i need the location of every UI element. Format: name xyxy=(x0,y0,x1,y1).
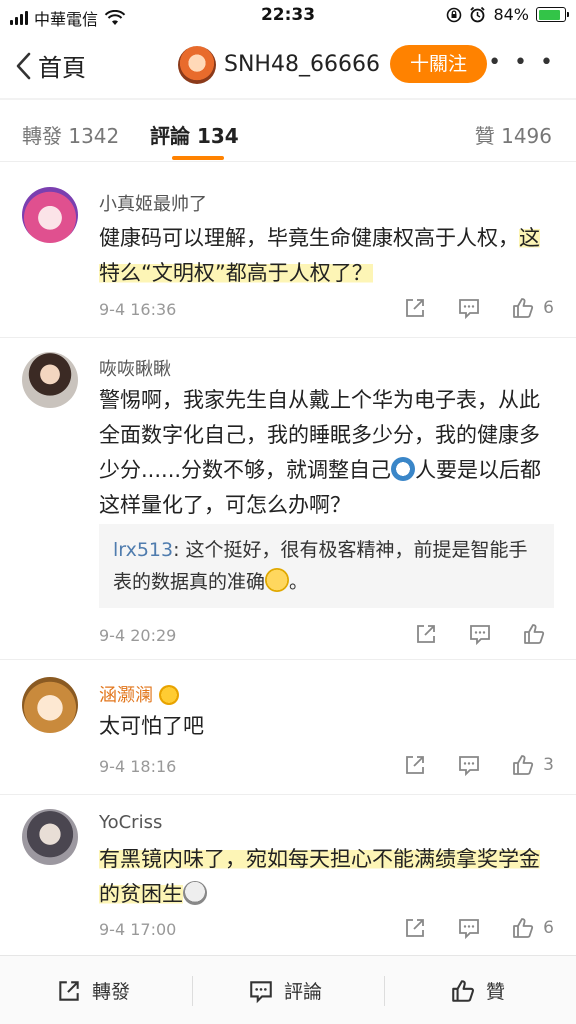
bottom-repost-label: 轉發 xyxy=(92,981,131,1003)
reply-text: : 这个挺好，很有极客精神，前提是智能手表的数据真的准确 xyxy=(113,539,528,593)
thumbs-up-icon xyxy=(513,298,534,318)
nav-bar: 首頁 SNH48_66666 十關注 • • • xyxy=(0,32,576,98)
member-badge-icon xyxy=(158,685,179,705)
tab-repost[interactable]: 轉發 1342 xyxy=(22,120,119,149)
bottom-comment-button[interactable]: 評論 xyxy=(248,956,322,1024)
tab-likes[interactable]: 贊 1496 xyxy=(475,120,552,149)
share-button[interactable] xyxy=(403,916,427,940)
comment-time: 9-4 18:16 xyxy=(99,757,177,776)
comment-time: 9-4 16:36 xyxy=(99,300,177,319)
comment-text: 警惕啊，我家先生自从戴上个华为电子表，从此全面数字化自己，我的睡眠多少分，我的健… xyxy=(99,383,554,523)
reply-button[interactable] xyxy=(457,753,481,777)
comment-time: 9-4 20:29 xyxy=(99,626,177,645)
avatar[interactable] xyxy=(22,352,78,408)
comment-time: 9-4 17:00 xyxy=(99,920,177,939)
skull-emoji-icon xyxy=(183,881,207,905)
comment-text-part: 健康码可以理解，毕竟生命健康权高于人权， xyxy=(99,226,519,250)
share-icon xyxy=(406,919,425,937)
reply-button[interactable] xyxy=(468,622,492,646)
avatar[interactable] xyxy=(22,187,78,243)
comment-icon xyxy=(250,980,272,1003)
back-button[interactable]: 首頁 xyxy=(14,48,86,83)
like-button[interactable]: 3 xyxy=(511,753,554,777)
divider xyxy=(384,976,385,1006)
comment-item: 咴咴瞅瞅 警惕啊，我家先生自从戴上个华为电子表，从此全面数字化自己，我的睡眠多少… xyxy=(0,338,576,660)
like-count: 3 xyxy=(543,755,554,775)
comment-icon xyxy=(459,299,480,320)
comment-username[interactable]: 涵灏澜 xyxy=(99,681,179,707)
avatar[interactable] xyxy=(22,677,78,733)
share-button[interactable] xyxy=(414,622,438,646)
comment-actions: 6 xyxy=(403,296,554,320)
thumbs-up-icon xyxy=(452,979,474,1002)
comment-text: 有黑镜内味了，宛如每天担心不能满绩拿奖学金的贫困生 xyxy=(99,842,554,912)
like-count: 6 xyxy=(543,918,554,938)
battery-fill xyxy=(538,9,560,20)
share-button[interactable] xyxy=(403,296,427,320)
scared-emoji-icon xyxy=(391,457,416,481)
avatar[interactable] xyxy=(22,809,78,865)
thumbs-up-icon xyxy=(513,918,534,938)
comment-text: 健康码可以理解，毕竟生命健康权高于人权，这特么“文明权”都高于人权了？ xyxy=(99,221,554,291)
comment-highlight-text: 有黑镜内味了，宛如每天担心不能满绩拿奖学金的贫困生 xyxy=(99,847,540,906)
comment-username[interactable]: YoCriss xyxy=(99,812,162,833)
profile-avatar[interactable] xyxy=(178,46,216,84)
status-right: 84% xyxy=(446,5,569,24)
comment-actions xyxy=(414,622,554,646)
battery-percent: 84% xyxy=(493,5,529,24)
comment-icon xyxy=(459,756,480,777)
share-icon xyxy=(406,756,425,774)
comment-icon xyxy=(470,625,490,646)
thumbs-up-icon xyxy=(524,624,545,644)
chevron-left-icon xyxy=(16,52,31,79)
comment-actions: 6 xyxy=(403,916,554,940)
rotation-lock-icon xyxy=(447,7,462,22)
like-button[interactable]: 6 xyxy=(511,916,554,940)
profile-name[interactable]: SNH48_66666 xyxy=(224,52,380,77)
like-button[interactable] xyxy=(522,622,554,646)
comment-username[interactable]: 咴咴瞅瞅 xyxy=(99,355,171,381)
tab-comments[interactable]: 評論 134 xyxy=(150,120,239,149)
battery-icon xyxy=(536,7,569,22)
follow-button[interactable]: 十關注 xyxy=(390,45,487,83)
share-icon xyxy=(59,980,79,1001)
divider xyxy=(192,976,193,1006)
laugh-cry-emoji-icon xyxy=(265,568,290,592)
reply-box[interactable]: lrx513: 这个挺好，很有极客精神，前提是智能手表的数据真的准确。 xyxy=(99,524,554,608)
alarm-icon xyxy=(470,6,486,23)
reply-username[interactable]: lrx513 xyxy=(113,539,173,561)
bottom-comment-label: 評論 xyxy=(284,981,323,1003)
share-icon xyxy=(406,299,425,317)
comment-icon xyxy=(459,919,480,940)
bottom-like-button[interactable]: 贊 xyxy=(450,956,505,1024)
back-label: 首頁 xyxy=(38,54,86,82)
comment-item: 小真姬最帅了 健康码可以理解，毕竟生命健康权高于人权，这特么“文明权”都高于人权… xyxy=(0,163,576,338)
share-icon xyxy=(417,625,435,643)
bottom-repost-button[interactable]: 轉發 xyxy=(56,956,130,1024)
comment-text: 太可怕了吧 xyxy=(99,714,204,738)
reply-text-end: 。 xyxy=(289,571,309,593)
like-count: 6 xyxy=(543,298,554,318)
share-button[interactable] xyxy=(403,753,427,777)
more-icon[interactable]: • • • xyxy=(488,50,556,75)
bottom-action-bar: 轉發 評論 贊 xyxy=(0,955,576,1024)
bottom-like-label: 贊 xyxy=(486,981,506,1003)
tab-active-indicator xyxy=(172,156,224,160)
reply-button[interactable] xyxy=(457,916,481,940)
like-button[interactable]: 6 xyxy=(511,296,554,320)
comment-username-text: 涵灏澜 xyxy=(99,685,153,706)
comment-actions: 3 xyxy=(403,753,554,777)
reply-button[interactable] xyxy=(457,296,481,320)
comment-item: YoCriss 有黑镜内味了，宛如每天担心不能满绩拿奖学金的贫困生 9-4 17… xyxy=(0,795,576,955)
tab-bar: 轉發 1342 評論 134 贊 1496 xyxy=(0,100,576,162)
thumbs-up-icon xyxy=(513,755,534,775)
comment-username[interactable]: 小真姬最帅了 xyxy=(99,190,207,216)
status-bar: 中華電信 22:33 84% xyxy=(0,0,576,32)
comment-item: 涵灏澜 太可怕了吧 9-4 18:16 3 xyxy=(0,660,576,795)
